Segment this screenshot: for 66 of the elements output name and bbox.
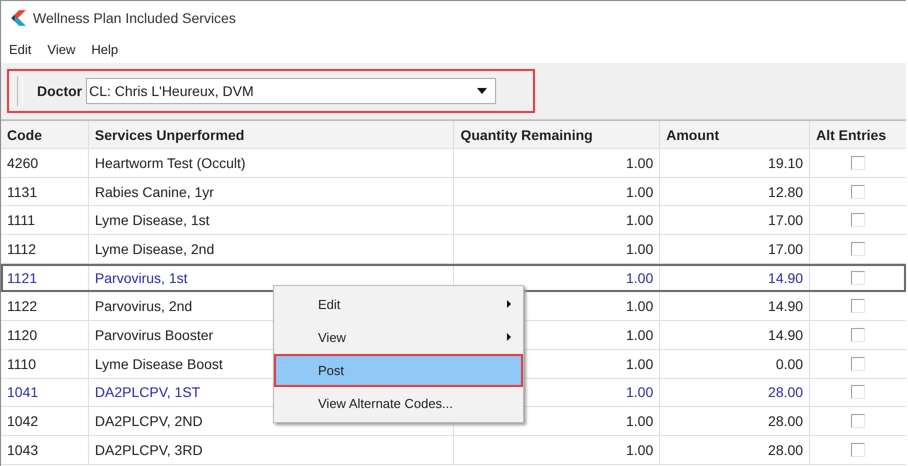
table-cell: 28.00 xyxy=(660,407,810,435)
table-cell: DA2PLCPV, 3RD xyxy=(88,436,454,464)
app-logo-icon xyxy=(9,9,27,27)
checkbox[interactable] xyxy=(851,442,866,457)
submenu-arrow-icon xyxy=(507,300,511,308)
menu-item[interactable]: View xyxy=(47,42,76,56)
table-cell: Heartworm Test (Occult) xyxy=(88,149,454,177)
table-cell: 1112 xyxy=(1,235,89,263)
checkbox[interactable] xyxy=(851,328,866,342)
table-cell: 12.80 xyxy=(660,178,810,206)
table-row[interactable]: 1043 DA2PLCPV, 3RD 1.00 28.00 xyxy=(1,436,906,465)
table-cell: 1.00 xyxy=(454,436,660,464)
table-cell: 4260 xyxy=(1,149,89,177)
table-cell: 1121 xyxy=(1,264,89,292)
checkbox[interactable] xyxy=(851,414,866,428)
selected-row[interactable]: 1121 Parvovirus, 1st 1.00 14.90 xyxy=(1,264,906,292)
table-cell: 1.00 xyxy=(454,178,660,206)
table-cell: 1110 xyxy=(1,350,89,378)
table-cell: 14.90 xyxy=(660,321,810,349)
checkbox[interactable] xyxy=(851,213,866,228)
column-header[interactable]: Quantity Remaining xyxy=(454,121,660,148)
table-row[interactable]: 1111 Lyme Disease, 1st 1.00 17.00 xyxy=(1,206,906,236)
table-cell: 14.90 xyxy=(660,264,810,292)
table-row[interactable]: 4260 Heartworm Test (Occult) 1.00 19.10 xyxy=(1,149,906,178)
column-header[interactable]: Services Unperformed xyxy=(88,121,454,148)
menu-item[interactable]: Post xyxy=(274,354,523,387)
table-cell: 28.00 xyxy=(660,436,810,464)
table-cell: 19.10 xyxy=(660,149,810,177)
submenu-arrow-icon xyxy=(507,333,511,341)
column-header[interactable]: Code xyxy=(1,121,89,148)
table-cell: 1043 xyxy=(1,436,89,464)
table-cell: Lyme Disease, 2nd xyxy=(88,235,454,263)
table-cell: 1120 xyxy=(1,321,89,349)
table-cell: 0.00 xyxy=(660,350,810,378)
table-cell: 1111 xyxy=(1,206,89,234)
table-cell: Lyme Disease, 1st xyxy=(88,206,454,234)
checkbox[interactable] xyxy=(851,385,866,400)
table-cell: 17.00 xyxy=(660,206,810,234)
checkbox[interactable] xyxy=(851,156,866,170)
doctor-label: Doctor xyxy=(37,83,82,99)
checkbox[interactable] xyxy=(851,242,866,256)
doctor-dropdown[interactable]: CL: Chris L'Heureux, DVM xyxy=(86,78,496,104)
table-cell: 1.00 xyxy=(454,235,660,263)
table-cell: 1131 xyxy=(1,178,89,206)
checkbox[interactable] xyxy=(851,356,866,371)
checkbox[interactable] xyxy=(851,270,866,285)
table-cell: Rabies Canine, 1yr xyxy=(88,178,454,206)
table-cell: 1122 xyxy=(1,292,89,320)
window-title: Wellness Plan Included Services xyxy=(33,10,236,26)
table-cell: 14.90 xyxy=(660,292,810,320)
menu-item[interactable]: Help xyxy=(91,42,118,56)
table-cell: 1.00 xyxy=(454,149,660,177)
checkbox[interactable] xyxy=(851,299,866,314)
column-header[interactable]: Amount xyxy=(660,121,810,148)
table-cell: 28.00 xyxy=(660,378,810,406)
checkbox[interactable] xyxy=(851,184,866,199)
toolbar-grip xyxy=(17,76,23,106)
table-cell: 17.00 xyxy=(660,235,810,263)
table-row[interactable]: 1112 Lyme Disease, 2nd 1.00 17.00 xyxy=(1,235,906,264)
table-cell: 1.00 xyxy=(454,206,660,234)
table-cell: 1042 xyxy=(1,407,89,435)
table-row[interactable]: 1131 Rabies Canine, 1yr 1.00 12.80 xyxy=(1,178,906,206)
column-header[interactable]: Alt Entries xyxy=(810,121,906,148)
table-cell: 1041 xyxy=(1,378,89,406)
menu-item[interactable]: Edit xyxy=(9,42,32,56)
dropdown-arrow-icon[interactable] xyxy=(477,88,488,94)
